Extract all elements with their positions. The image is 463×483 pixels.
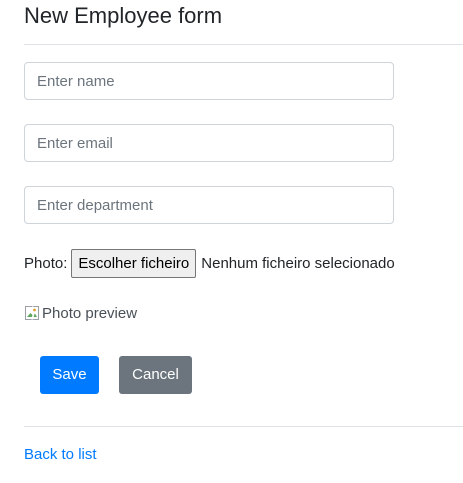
footer-divider xyxy=(24,426,463,427)
photo-field: Photo: Escolher ficheiro Nenhum ficheiro… xyxy=(24,248,395,278)
title-divider xyxy=(24,44,463,45)
cancel-button[interactable]: Cancel xyxy=(119,356,192,394)
file-status-text: Nenhum ficheiro selecionado xyxy=(201,254,395,272)
save-button[interactable]: Save xyxy=(40,356,99,394)
email-input[interactable] xyxy=(24,124,394,162)
back-to-list-link[interactable]: Back to list xyxy=(24,446,97,463)
page-title: New Employee form xyxy=(24,3,223,28)
name-input[interactable] xyxy=(24,62,394,100)
employee-form-page: New Employee form Photo: Escolher fichei… xyxy=(0,0,463,483)
photo-preview: Photo preview xyxy=(24,303,137,323)
department-input[interactable] xyxy=(24,186,394,224)
photo-preview-alt-text: Photo preview xyxy=(42,304,138,322)
choose-file-button[interactable]: Escolher ficheiro xyxy=(71,248,197,278)
photo-label: Photo: xyxy=(24,254,68,272)
broken-image-icon xyxy=(24,305,40,321)
